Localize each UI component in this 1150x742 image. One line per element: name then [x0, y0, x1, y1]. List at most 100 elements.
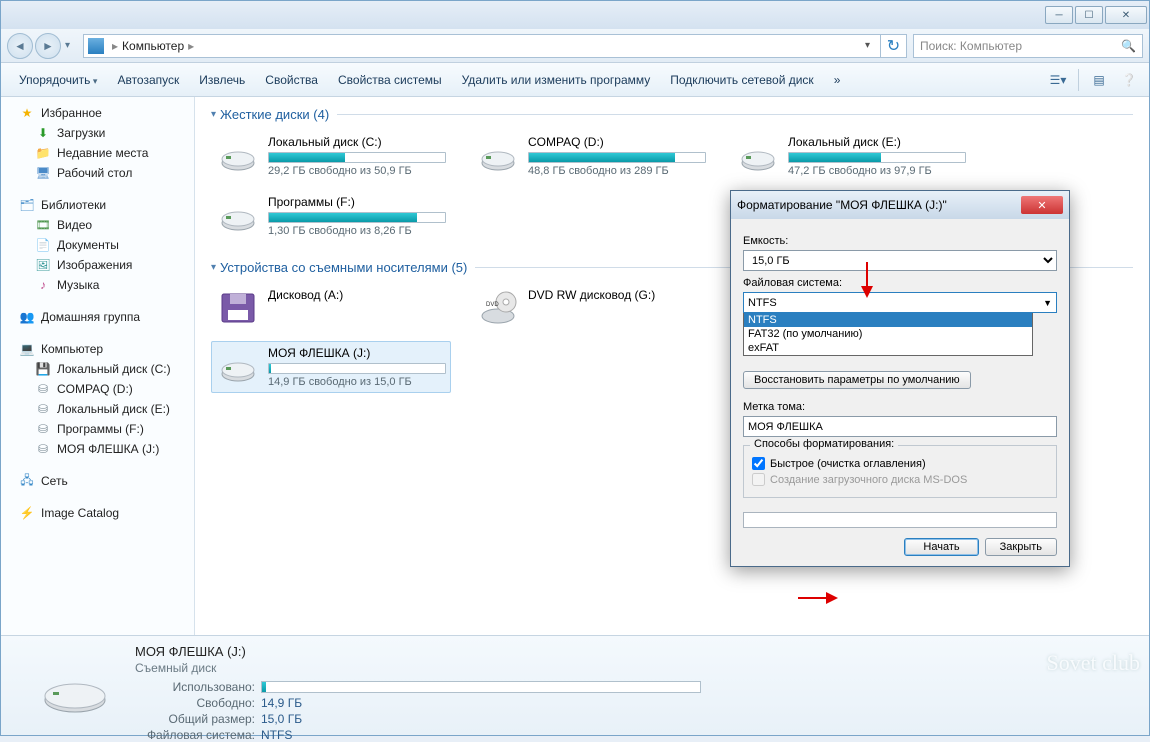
drive-free-text: 48,8 ГБ свободно из 289 ГБ [528, 165, 706, 177]
homegroup-icon: 👥 [19, 309, 35, 325]
drive-icon: ⛁ [35, 441, 51, 457]
search-input[interactable]: Поиск: Компьютер 🔍 [913, 34, 1143, 58]
dialog-close-button[interactable]: ✕ [1021, 196, 1063, 214]
drive-name: COMPAQ (D:) [528, 135, 706, 149]
format-methods-label: Способы форматирования: [750, 438, 898, 450]
nav-history-dropdown[interactable]: ▾ [65, 40, 77, 51]
filesystem-select[interactable]: NTFS▼ [743, 292, 1057, 313]
details-free-label: Свободно: [135, 696, 255, 710]
downloads-icon: ⬇ [35, 125, 51, 141]
breadcrumb[interactable]: ▸ Компьютер ▸ ▾ [83, 34, 881, 58]
fs-option-fat32[interactable]: FAT32 (по умолчанию) [744, 327, 1032, 341]
sidebar-favorites[interactable]: ★Избранное [1, 103, 194, 123]
drive-name: Программы (F:) [268, 195, 446, 209]
volume-label-label: Метка тома: [743, 401, 1057, 413]
watermark: Sovet club [1047, 650, 1141, 676]
sidebar-videos[interactable]: 🎞Видео [1, 215, 194, 235]
refresh-button[interactable]: ↻ [881, 34, 907, 58]
sidebar-libraries[interactable]: 🗂Библиотеки [1, 195, 194, 215]
drive-item[interactable]: Программы (F:)1,30 ГБ свободно из 8,26 Г… [211, 190, 451, 242]
organize-menu[interactable]: Упорядочить [9, 73, 107, 87]
forward-button[interactable]: ► [35, 33, 61, 59]
drive-free-text: 14,9 ГБ свободно из 15,0 ГБ [268, 376, 446, 388]
fs-option-exfat[interactable]: exFAT [744, 341, 1032, 355]
sidebar-drive-j[interactable]: ⛁МОЯ ФЛЕШКА (J:) [1, 439, 194, 459]
drive-usage-bar [528, 152, 706, 163]
drive-item[interactable]: Локальный диск (E:)47,2 ГБ свободно из 9… [731, 130, 971, 182]
system-properties-button[interactable]: Свойства системы [328, 73, 452, 87]
drive-item[interactable]: МОЯ ФЛЕШКА (J:) 14,9 ГБ свободно из 15,0 … [211, 341, 451, 393]
drive-usage-bar [268, 152, 446, 163]
sidebar-drive-f[interactable]: ⛁Программы (F:) [1, 419, 194, 439]
autorun-button[interactable]: Автозапуск [107, 73, 189, 87]
drive-name: МОЯ ФЛЕШКА (J:) [268, 346, 446, 360]
close-button[interactable]: ✕ [1105, 6, 1147, 24]
breadcrumb-sep: ▸ [112, 39, 118, 53]
volume-label-input[interactable] [743, 416, 1057, 437]
capacity-label: Емкость: [743, 235, 1057, 247]
sidebar-drive-d[interactable]: ⛁COMPAQ (D:) [1, 379, 194, 399]
section-hdd[interactable]: Жесткие диски (4) [211, 107, 1133, 122]
sidebar-downloads[interactable]: ⬇Загрузки [1, 123, 194, 143]
back-button[interactable]: ◄ [7, 33, 33, 59]
drive-icon: ⛁ [35, 421, 51, 437]
eject-button[interactable]: Извлечь [189, 73, 255, 87]
restore-defaults-button[interactable]: Восстановить параметры по умолчанию [743, 371, 971, 389]
drive-icon [216, 195, 260, 235]
preview-pane-button[interactable]: ▤ [1087, 69, 1111, 91]
sidebar-documents[interactable]: 📄Документы [1, 235, 194, 255]
sidebar-drive-e[interactable]: ⛁Локальный диск (E:) [1, 399, 194, 419]
format-dialog: Форматирование "МОЯ ФЛЕШКА (J:)" ✕ Емкос… [730, 190, 1070, 567]
drive-item[interactable]: Дисковод (A:) [211, 283, 451, 333]
start-button[interactable]: Начать [904, 538, 978, 556]
breadcrumb-sep: ▸ [188, 39, 194, 53]
desktop-icon: 🖥 [35, 165, 51, 181]
view-options-button[interactable]: ☰▾ [1046, 69, 1070, 91]
toolbar-overflow[interactable]: » [824, 73, 851, 87]
drive-free-text: 29,2 ГБ свободно из 50,9 ГБ [268, 165, 446, 177]
drive-icon [736, 135, 780, 175]
catalog-icon: ⚡ [19, 505, 35, 521]
details-pane: МОЯ ФЛЕШКА (J:) Съемный диск Использован… [1, 635, 1149, 735]
search-icon: 🔍 [1121, 39, 1136, 53]
sidebar-pictures[interactable]: 🖼Изображения [1, 255, 194, 275]
properties-button[interactable]: Свойства [255, 73, 328, 87]
fs-option-ntfs[interactable]: NTFS [744, 313, 1032, 327]
sidebar-homegroup[interactable]: 👥Домашняя группа [1, 307, 194, 327]
drive-icon [216, 288, 260, 328]
drive-usage-bar [268, 363, 446, 374]
music-icon: ♪ [35, 277, 51, 293]
sidebar-drive-c[interactable]: 💾Локальный диск (C:) [1, 359, 194, 379]
library-icon: 🗂 [19, 197, 35, 213]
drive-icon [216, 346, 260, 386]
capacity-select[interactable]: 15,0 ГБ [743, 250, 1057, 271]
format-options-group: Способы форматирования: Быстрое (очистка… [743, 445, 1057, 498]
minimize-button[interactable]: ─ [1045, 6, 1073, 24]
sidebar: ★Избранное ⬇Загрузки 📁Недавние места 🖥Ра… [1, 97, 195, 635]
folder-icon: 📁 [35, 145, 51, 161]
drive-name: DVD RW дисковод (G:) [528, 288, 706, 302]
details-fs-label: Файловая система: [135, 728, 255, 742]
sidebar-desktop[interactable]: 🖥Рабочий стол [1, 163, 194, 183]
breadcrumb-dropdown[interactable]: ▾ [859, 40, 876, 51]
sidebar-network[interactable]: 🖧Сеть [1, 471, 194, 491]
sidebar-computer[interactable]: 💻Компьютер [1, 339, 194, 359]
maximize-button[interactable]: ☐ [1075, 6, 1103, 24]
drive-item[interactable]: COMPAQ (D:) 48,8 ГБ свободно из 289 ГБ [471, 130, 711, 182]
details-subtitle: Съемный диск [135, 661, 701, 675]
sidebar-recent[interactable]: 📁Недавние места [1, 143, 194, 163]
quick-format-checkbox[interactable]: Быстрое (очистка оглавления) [752, 457, 1048, 470]
help-button[interactable]: ❔ [1117, 69, 1141, 91]
details-total-value: 15,0 ГБ [261, 712, 701, 726]
drive-item[interactable]: DVDDVD RW дисковод (G:) [471, 283, 711, 333]
dialog-titlebar[interactable]: Форматирование "МОЯ ФЛЕШКА (J:)" ✕ [731, 191, 1069, 219]
sidebar-music[interactable]: ♪Музыка [1, 275, 194, 295]
details-used-label: Использовано: [135, 680, 255, 694]
drive-icon [216, 135, 260, 175]
map-drive-button[interactable]: Подключить сетевой диск [660, 73, 823, 87]
close-dialog-button[interactable]: Закрыть [985, 538, 1057, 556]
drive-item[interactable]: Локальный диск (C:)29,2 ГБ свободно из 5… [211, 130, 451, 182]
breadcrumb-item[interactable]: Компьютер [122, 39, 184, 53]
uninstall-button[interactable]: Удалить или изменить программу [452, 73, 661, 87]
sidebar-image-catalog[interactable]: ⚡Image Catalog [1, 503, 194, 523]
